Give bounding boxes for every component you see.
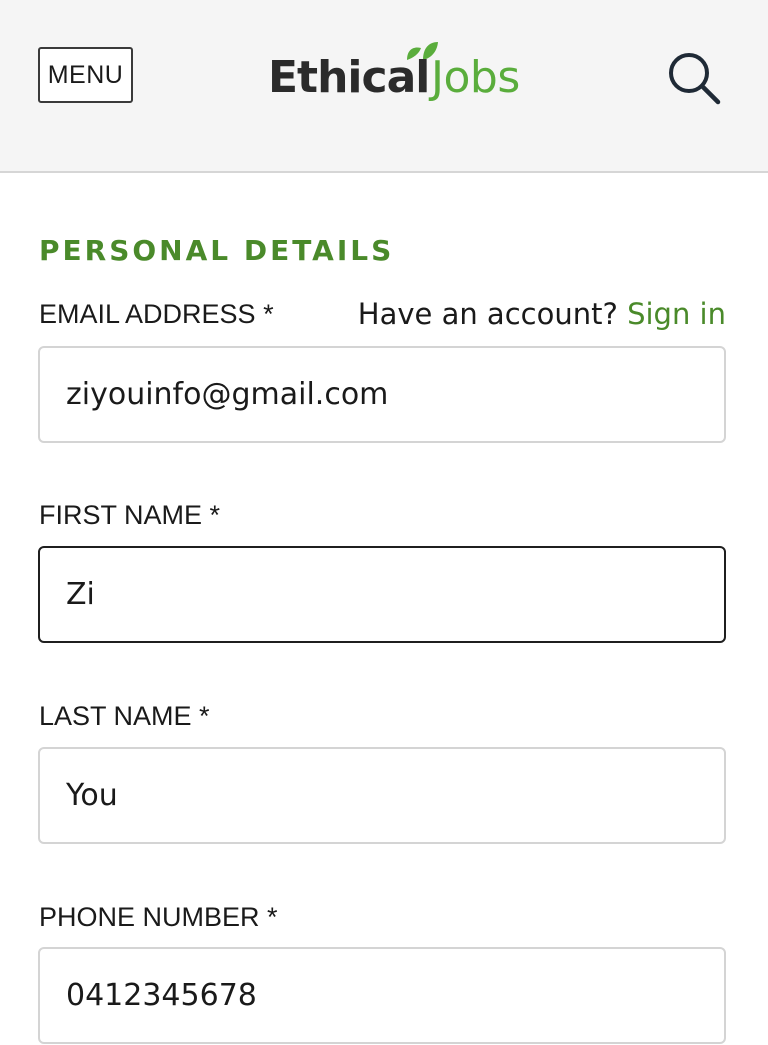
last-name-label: LAST NAME * [39,701,210,731]
sign-in-link[interactable]: Sign in [627,297,726,331]
last-name-field[interactable] [38,747,726,844]
phone-label: PHONE NUMBER * [39,902,278,932]
search-icon [669,53,721,105]
account-prompt: Have an account? Sign in [358,296,726,332]
logo-text-ethical: Ethical [268,52,430,103]
phone-field[interactable] [38,947,726,1044]
logo-text-jobs: Jobs [431,52,520,103]
menu-button[interactable]: MENU [38,47,133,103]
email-field[interactable] [38,346,726,443]
email-label: EMAIL ADDRESS * [39,299,274,329]
section-title-personal-details: PERSONAL DETAILS [39,234,395,267]
search-button[interactable] [664,48,724,108]
ethicaljobs-logo[interactable]: Ethical Jobs [268,40,533,110]
first-name-label: FIRST NAME * [39,500,221,530]
account-prompt-text: Have an account? [357,297,618,331]
first-name-field[interactable] [38,546,726,643]
site-header: MENU Ethical Jobs [0,0,768,173]
